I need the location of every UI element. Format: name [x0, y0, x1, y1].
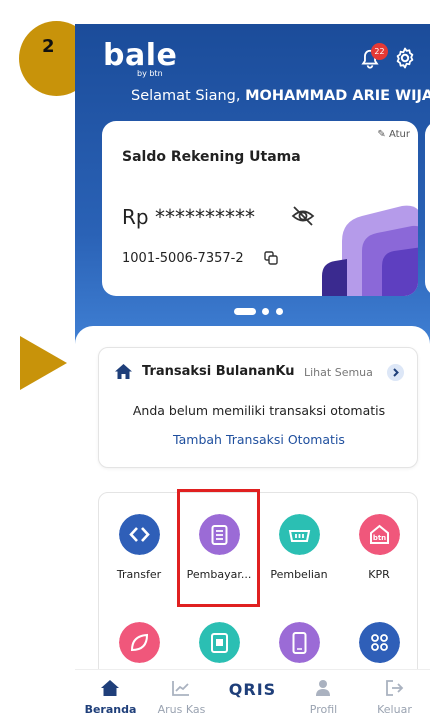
menu-label: Pembelian: [270, 568, 328, 581]
menu-label: Transfer: [116, 568, 162, 581]
edit-card-link[interactable]: ✎ Atur: [377, 129, 410, 140]
nav-label: Beranda: [84, 703, 137, 716]
nav-label: Profil: [309, 703, 338, 716]
highlight-box: [177, 489, 260, 607]
menu-label: KPR: [368, 568, 390, 581]
greeting-label: Selamat Siang,: [131, 88, 241, 104]
logo-subtext: by btn: [137, 69, 163, 78]
card-title: Saldo Rekening Utama: [122, 149, 301, 165]
logout-icon: [386, 680, 404, 696]
card-icon: [199, 622, 240, 663]
transaksi-card: Transaksi BulananKu Lihat Semua Anda bel…: [98, 347, 418, 468]
chart-icon: [172, 681, 189, 696]
menu-item-transfer[interactable]: Transfer: [99, 493, 179, 583]
menu-item-pembelian[interactable]: Pembelian: [259, 493, 339, 583]
account-number: 1001-5006-7357-2: [122, 251, 244, 266]
copy-icon[interactable]: [264, 251, 278, 265]
nav-beranda[interactable]: Beranda: [75, 670, 146, 723]
notification-badge: 22: [371, 43, 388, 60]
see-all-link[interactable]: Lihat Semua: [304, 366, 373, 379]
add-transaksi-link[interactable]: Tambah Transaksi Otomatis: [99, 432, 419, 447]
bottom-nav: Beranda Arus Kas QRIS Profil Keluar: [75, 669, 430, 723]
app-logo: bale: [103, 38, 178, 73]
header: bale by btn 22 Selamat Siang, MOHAMMAD A…: [75, 24, 430, 324]
menu-item-kpr[interactable]: btn KPR: [339, 493, 419, 583]
chevron-right-icon[interactable]: [387, 364, 404, 381]
next-card-peek[interactable]: [425, 121, 430, 296]
svg-text:btn: btn: [373, 534, 386, 542]
edit-label: Atur: [388, 129, 410, 140]
phone-screen: bale by btn 22 Selamat Siang, MOHAMMAD A…: [75, 24, 430, 723]
transaksi-title: Transaksi BulananKu: [142, 364, 295, 379]
nav-label: Arus Kas: [157, 703, 206, 716]
carousel-dot[interactable]: [262, 308, 269, 315]
transfer-icon: [119, 514, 160, 555]
user-icon: [316, 680, 330, 696]
eye-slash-icon[interactable]: [290, 203, 316, 229]
balance-value: Rp **********: [122, 205, 255, 229]
carousel-dot[interactable]: [276, 308, 283, 315]
user-name: MOHAMMAD ARIE WIJAKS: [245, 88, 430, 104]
balance-card[interactable]: ✎ Atur Saldo Rekening Utama Rp *********…: [102, 121, 418, 296]
greeting-text: Selamat Siang, MOHAMMAD ARIE WIJAKS: [131, 88, 430, 104]
gear-icon[interactable]: [393, 46, 417, 70]
nav-keluar[interactable]: Keluar: [359, 670, 430, 723]
basket-icon: [279, 514, 320, 555]
step-number: 2: [42, 36, 55, 57]
nav-arus-kas[interactable]: Arus Kas: [146, 670, 217, 723]
nav-qris[interactable]: QRIS: [217, 670, 288, 723]
nav-label: Keluar: [377, 703, 412, 716]
carousel-dot-active[interactable]: [234, 308, 256, 315]
home-icon: [101, 680, 119, 696]
home-icon: [115, 364, 132, 379]
pointer-arrow: [20, 336, 67, 390]
nav-profil[interactable]: Profil: [288, 670, 359, 723]
pencil-icon: ✎: [377, 129, 386, 140]
card-decoration: [322, 205, 418, 296]
empty-state-text: Anda belum memiliki transaksi otomatis: [132, 403, 386, 418]
leaf-icon: [119, 622, 160, 663]
house-icon: btn: [359, 514, 400, 555]
grid-icon: [359, 622, 400, 663]
qris-icon: QRIS: [228, 680, 277, 699]
phone-icon: [279, 622, 320, 663]
